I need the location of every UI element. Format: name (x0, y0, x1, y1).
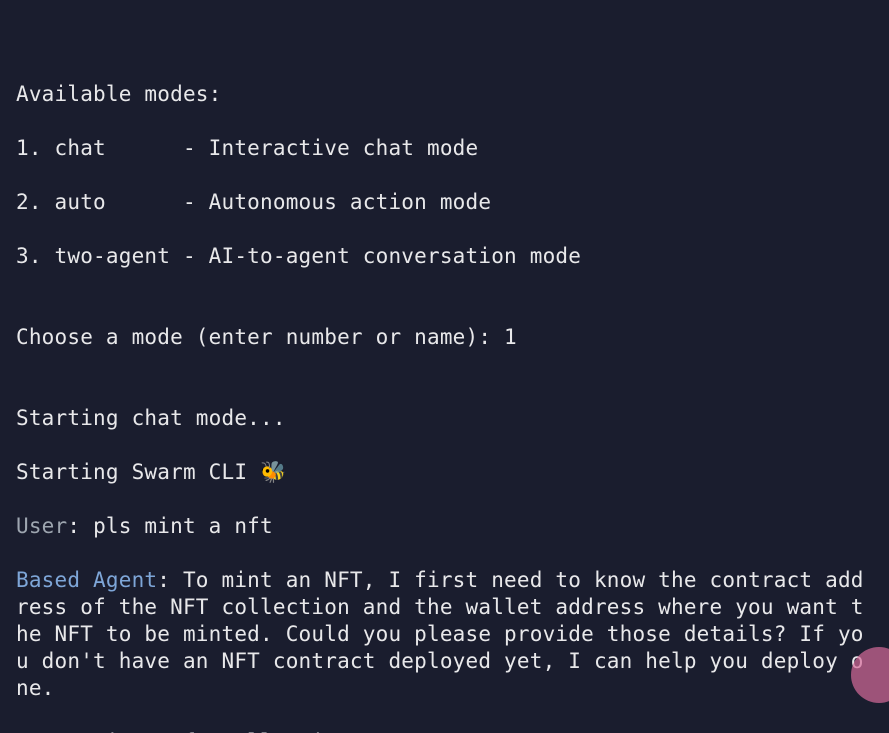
mode-option-2: 2. auto - Autonomous action mode (16, 189, 873, 216)
terminal-output: Available modes: 1. chat - Interactive c… (0, 0, 889, 733)
role-label-agent: Based Agent (16, 568, 157, 592)
conv-text: pls mint a nft (93, 514, 273, 538)
role-label-user: User (16, 514, 67, 538)
conv-line-user-1: User: pls mint a nft (16, 513, 873, 540)
starting-chat-line: Starting chat mode... (16, 405, 873, 432)
mode-prompt-line[interactable]: Choose a mode (enter number or name): 1 (16, 324, 873, 351)
modes-header: Available modes: (16, 81, 873, 108)
mode-option-1: 1. chat - Interactive chat mode (16, 135, 873, 162)
starting-swarm-text: Starting Swarm CLI (16, 460, 260, 484)
starting-swarm-line: Starting Swarm CLI 🐝 (16, 459, 873, 486)
conv-line-agent-1: Based Agent: To mint an NFT, I first nee… (16, 567, 873, 702)
mode-prompt-text: Choose a mode (enter number or name): (16, 325, 504, 349)
conv-line-user-2: User: Min a nft collection (16, 729, 873, 733)
mode-option-3: 3. two-agent - AI-to-agent conversation … (16, 243, 873, 270)
bee-icon: 🐝 (260, 460, 286, 484)
mode-prompt-input[interactable]: 1 (504, 325, 517, 349)
